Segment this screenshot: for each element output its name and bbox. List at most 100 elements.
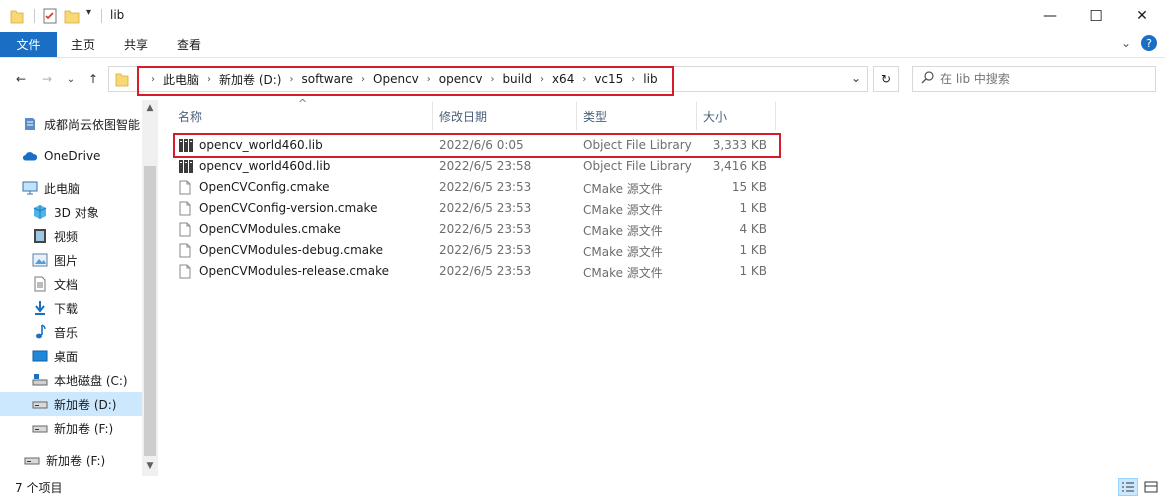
sidebar-item[interactable]: 视频 [0, 224, 142, 248]
item-count: 7 个项目 [15, 481, 63, 495]
music-icon [32, 324, 48, 340]
sidebar-item[interactable]: 新加卷 (F:) [0, 448, 142, 472]
scroll-down-icon[interactable]: ▼ [142, 458, 158, 474]
document-file-icon [179, 180, 193, 195]
details-view-icon[interactable] [1118, 478, 1138, 496]
column-divider [432, 102, 433, 130]
file-row[interactable]: OpenCVConfig-version.cmake 2022/6/5 23:53… [172, 198, 782, 219]
library-file-icon [179, 159, 193, 174]
file-type: CMake 源文件 [583, 245, 663, 259]
customize-qa-dropdown[interactable]: ▾ [86, 7, 91, 25]
file-type: CMake 源文件 [583, 266, 663, 280]
sort-indicator-icon: ^ [298, 97, 308, 110]
onedrive-icon [22, 148, 38, 164]
back-button[interactable]: ← [12, 70, 30, 88]
column-header-type[interactable]: 类型 [583, 104, 607, 128]
file-row[interactable]: OpenCVModules.cmake 2022/6/5 23:53 CMake 源… [172, 219, 782, 240]
sidebar-item-label: 视频 [54, 229, 79, 244]
file-size: 1 KB [739, 243, 767, 257]
sidebar-item[interactable]: 3D 对象 [0, 200, 142, 224]
file-row[interactable]: OpenCVConfig.cmake 2022/6/5 23:53 CMake 源文… [172, 177, 782, 198]
tab-home[interactable]: 主页 [71, 32, 95, 57]
new-folder-icon[interactable] [64, 8, 80, 26]
address-highlight-box [137, 66, 674, 96]
tab-view[interactable]: 查看 [177, 32, 201, 57]
file-date: 2022/6/5 23:53 [439, 180, 532, 194]
file-name: OpenCVModules.cmake [199, 222, 341, 236]
sidebar-item-label: OneDrive [44, 149, 101, 163]
sidebar-item[interactable]: 文档 [0, 272, 142, 296]
recent-locations-button[interactable]: ⌄ [62, 70, 80, 88]
sidebar-item-label: 成都尚云依图智能 [44, 117, 141, 132]
row-highlight-box [173, 133, 781, 158]
file-name: OpenCVModules-debug.cmake [199, 243, 384, 257]
sidebar-item[interactable]: 本地磁盘 (C:) [0, 368, 142, 392]
pictures-icon [32, 252, 48, 268]
sidebar-scrollbar[interactable]: ▲ ▼ [142, 100, 158, 476]
sidebar-item-label: 此电脑 [44, 181, 81, 196]
scrollbar-thumb[interactable] [144, 166, 156, 456]
file-row[interactable]: opencv_world460d.lib 2022/6/5 23:58 Object… [172, 156, 782, 177]
sidebar-item[interactable]: 下载 [0, 296, 142, 320]
file-date: 2022/6/5 23:58 [439, 159, 532, 173]
help-icon[interactable]: ? [1141, 35, 1157, 51]
sidebar-item-label: 本地磁盘 (C:) [54, 373, 128, 388]
search-icon [921, 71, 934, 87]
navigation-pane: 成都尚云依图智能 OneDrive 此电脑 3D 对象视频图片文档下载音乐桌面本地磁盘… [0, 100, 158, 476]
up-button[interactable]: ↑ [84, 70, 102, 88]
sidebar-item[interactable]: OneDrive [0, 144, 142, 168]
sidebar-item-label: 3D 对象 [54, 205, 99, 220]
drive-c-icon [32, 372, 48, 388]
scroll-up-icon[interactable]: ▲ [142, 100, 158, 116]
title-bar: ▾ lib — ☐ ✕ [0, 0, 1165, 32]
file-type: Object File Library [583, 159, 692, 173]
ribbon-tabs: 文件 主页 共享 查看 ⌄ ? [0, 32, 1165, 58]
sidebar-item[interactable]: 此电脑 [0, 176, 142, 200]
column-header-date[interactable]: 修改日期 [439, 104, 487, 128]
file-row[interactable]: OpenCVModules-debug.cmake 2022/6/5 23:53 C… [172, 240, 782, 261]
file-row[interactable]: OpenCVModules-release.cmake 2022/6/5 23:5… [172, 261, 782, 282]
sidebar-item-label: 桌面 [54, 349, 79, 364]
sidebar-item-label: 新加卷 (F:) [46, 453, 106, 468]
sidebar-item-label: 图片 [54, 253, 79, 268]
maximize-button[interactable]: ☐ [1073, 0, 1119, 32]
sidebar-item[interactable]: 新加卷 (D:) [0, 392, 142, 416]
sidebar-item[interactable]: 新加卷 (F:) [0, 416, 142, 440]
sidebar-item[interactable]: 图片 [0, 248, 142, 272]
document-file-icon [179, 222, 193, 237]
file-date: 2022/6/5 23:53 [439, 243, 532, 257]
file-name: opencv_world460d.lib [199, 159, 331, 173]
tab-file[interactable]: 文件 [0, 32, 57, 57]
sidebar-item[interactable]: 成都尚云依图智能 [0, 112, 142, 136]
refresh-button[interactable]: ↻ [873, 66, 899, 92]
sidebar-item-label: 新加卷 (D:) [54, 397, 117, 412]
file-type: CMake 源文件 [583, 182, 663, 196]
search-input[interactable] [940, 72, 1140, 86]
address-dropdown-button[interactable]: ⌄ [851, 71, 861, 85]
column-divider [576, 102, 577, 130]
expand-ribbon-icon[interactable]: ⌄ [1121, 36, 1131, 50]
window-title: lib [110, 8, 125, 22]
3d-objects-icon [32, 204, 48, 220]
folder-icon [115, 71, 129, 90]
search-box[interactable] [912, 66, 1156, 92]
status-bar: 7 个项目 [0, 476, 1165, 498]
title-divider [101, 9, 102, 23]
sidebar-item[interactable]: 桌面 [0, 344, 142, 368]
file-name: OpenCVConfig.cmake [199, 180, 330, 194]
close-button[interactable]: ✕ [1119, 0, 1165, 32]
file-date: 2022/6/5 23:53 [439, 201, 532, 215]
file-type: CMake 源文件 [583, 203, 663, 217]
file-date: 2022/6/5 23:53 [439, 264, 532, 278]
qa-divider [34, 9, 35, 23]
sidebar-item[interactable]: 音乐 [0, 320, 142, 344]
column-header-size[interactable]: 大小 [703, 104, 727, 128]
minimize-button[interactable]: — [1027, 0, 1073, 32]
download-icon [32, 300, 48, 316]
large-icons-view-icon[interactable] [1141, 478, 1161, 496]
column-header-name[interactable]: 名称 [178, 104, 202, 128]
forward-button[interactable]: → [38, 70, 56, 88]
tab-share[interactable]: 共享 [124, 32, 148, 57]
properties-icon[interactable] [42, 8, 58, 26]
sidebar-item-label: 下载 [54, 301, 79, 316]
